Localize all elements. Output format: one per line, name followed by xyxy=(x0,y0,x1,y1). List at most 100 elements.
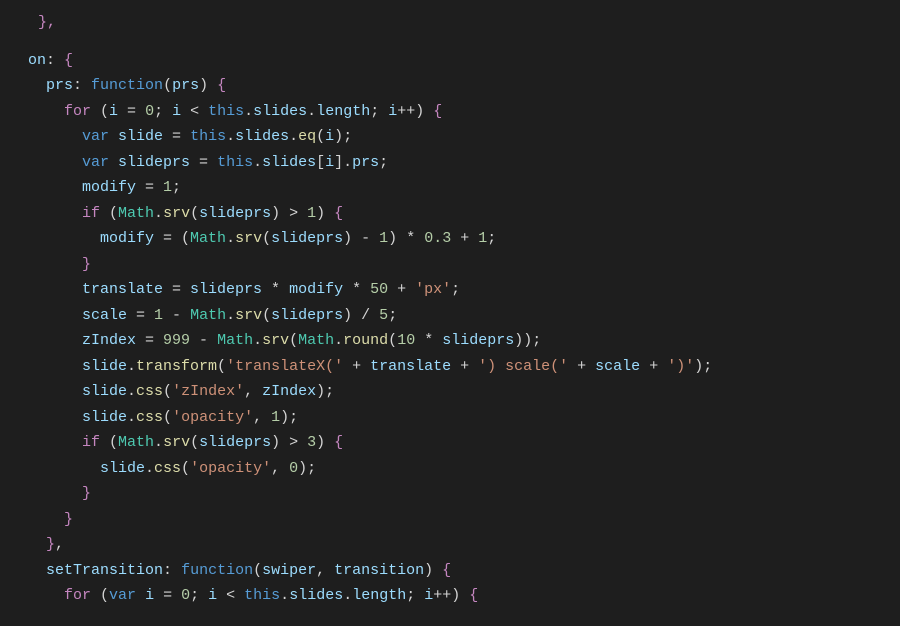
code-line[interactable]: if (Math.srv(slideprs) > 1) { xyxy=(10,201,900,227)
token-paren: ) xyxy=(316,383,325,400)
token-paren: ) xyxy=(298,460,307,477)
token-paren: ) xyxy=(271,434,280,451)
token-punc: ; xyxy=(487,230,496,247)
token-func: transform xyxy=(136,358,217,375)
token-brace: } xyxy=(64,511,73,528)
token-paren: ( xyxy=(181,460,190,477)
token-op: * xyxy=(397,230,424,247)
token-num: 1 xyxy=(154,307,163,324)
token-paren: ( xyxy=(316,128,325,145)
line-content: prs: function(prs) { xyxy=(46,73,226,99)
line-content: modify = 1; xyxy=(82,175,181,201)
token-str: 'opacity' xyxy=(190,460,271,477)
code-line[interactable]: } xyxy=(10,252,900,278)
token-key: for xyxy=(64,103,91,120)
line-content: for (i = 0; i < this.slides.length; i++)… xyxy=(64,99,442,125)
token-class: Math xyxy=(190,307,226,324)
token-punc: ; xyxy=(307,460,316,477)
token-punc: ( xyxy=(100,434,118,451)
code-line[interactable]: setTransition: function(swiper, transiti… xyxy=(10,558,900,584)
code-line[interactable]: for (var i = 0; i < this.slides.length; … xyxy=(10,583,900,609)
line-content: modify = (Math.srv(slideprs) - 1) * 0.3 … xyxy=(100,226,496,252)
token-punc xyxy=(55,52,64,69)
token-punc: ; xyxy=(289,409,298,426)
code-line[interactable]: translate = slideprs * modify * 50 + 'px… xyxy=(10,277,900,303)
token-punc xyxy=(172,562,181,579)
token-punc: ; xyxy=(379,154,388,171)
token-func: srv xyxy=(262,332,289,349)
token-str: ')' xyxy=(667,358,694,375)
code-line[interactable]: slide.css('opacity', 1); xyxy=(10,405,900,431)
code-line[interactable]: slide.css('opacity', 0); xyxy=(10,456,900,482)
line-content: if (Math.srv(slideprs) > 1) { xyxy=(82,201,343,227)
token-op: - xyxy=(163,307,190,324)
token-op: ++ xyxy=(433,587,451,604)
line-content: }, xyxy=(46,532,64,558)
code-line[interactable]: modify = 1; xyxy=(10,175,900,201)
code-line[interactable]: prs: function(prs) { xyxy=(10,73,900,99)
code-line[interactable]: on: { xyxy=(10,48,900,74)
token-var: prs xyxy=(172,77,199,94)
token-op: ++ xyxy=(397,103,415,120)
token-var: i xyxy=(424,587,433,604)
token-punc: . xyxy=(154,434,163,451)
code-line[interactable]: modify = (Math.srv(slideprs) - 1) * 0.3 … xyxy=(10,226,900,252)
token-punc: ; xyxy=(343,128,352,145)
code-line[interactable]: } xyxy=(10,507,900,533)
token-var: modify xyxy=(100,230,154,247)
token-op: - xyxy=(352,230,379,247)
token-paren: ( xyxy=(262,230,271,247)
token-paren: ( xyxy=(190,205,199,222)
token-func: srv xyxy=(163,434,190,451)
token-paren: ) xyxy=(280,409,289,426)
token-kw: var xyxy=(82,154,109,171)
token-op: / xyxy=(352,307,379,324)
token-func: srv xyxy=(163,205,190,222)
token-num: 0 xyxy=(145,103,154,120)
token-var: slideprs xyxy=(271,307,343,324)
token-str: 'px' xyxy=(415,281,451,298)
token-punc: . xyxy=(226,128,235,145)
token-var: slide xyxy=(82,409,127,426)
token-this: this xyxy=(190,128,226,145)
token-prop: on xyxy=(28,52,46,69)
line-content: setTransition: function(swiper, transiti… xyxy=(46,558,451,584)
token-kw: var xyxy=(82,128,109,145)
token-key: for xyxy=(64,587,91,604)
token-var: i xyxy=(145,587,154,604)
code-line[interactable]: }, xyxy=(10,532,900,558)
code-line[interactable]: slide.transform('translateX(' + translat… xyxy=(10,354,900,380)
code-line[interactable]: if (Math.srv(slideprs) > 3) { xyxy=(10,430,900,456)
code-line[interactable]: var slideprs = this.slides[i].prs; xyxy=(10,150,900,176)
line-content: zIndex = 999 - Math.srv(Math.round(10 * … xyxy=(82,328,541,354)
code-fragment-top: }, xyxy=(10,10,900,36)
code-line[interactable]: var slide = this.slides.eq(i); xyxy=(10,124,900,150)
token-op: + xyxy=(640,358,667,375)
code-editor[interactable]: on: {prs: function(prs) {for (i = 0; i <… xyxy=(10,48,900,609)
token-op: = xyxy=(190,154,217,171)
token-punc: ; xyxy=(532,332,541,349)
token-var: i xyxy=(388,103,397,120)
token-punc: . xyxy=(253,332,262,349)
code-line[interactable]: } xyxy=(10,481,900,507)
token-op: < xyxy=(217,587,244,604)
code-line[interactable]: for (i = 0; i < this.slides.length; i++)… xyxy=(10,99,900,125)
code-line[interactable]: scale = 1 - Math.srv(slideprs) / 5; xyxy=(10,303,900,329)
token-paren: ) xyxy=(334,128,343,145)
token-punc: ) xyxy=(316,205,334,222)
token-var: slideprs xyxy=(199,205,271,222)
token-prop: prs xyxy=(46,77,73,94)
token-paren: ( xyxy=(289,332,298,349)
token-punc xyxy=(208,77,217,94)
token-func: css xyxy=(136,383,163,400)
token-punc: ; xyxy=(172,179,181,196)
token-punc: ; xyxy=(406,587,424,604)
token-paren: ) xyxy=(343,307,352,324)
token-op: = xyxy=(118,103,145,120)
code-line[interactable]: zIndex = 999 - Math.srv(Math.round(10 * … xyxy=(10,328,900,354)
token-punc: , xyxy=(55,536,64,553)
code-line[interactable]: slide.css('zIndex', zIndex); xyxy=(10,379,900,405)
token-var: i xyxy=(325,154,334,171)
token-class: Math xyxy=(118,434,154,451)
line-content: var slideprs = this.slides[i].prs; xyxy=(82,150,388,176)
